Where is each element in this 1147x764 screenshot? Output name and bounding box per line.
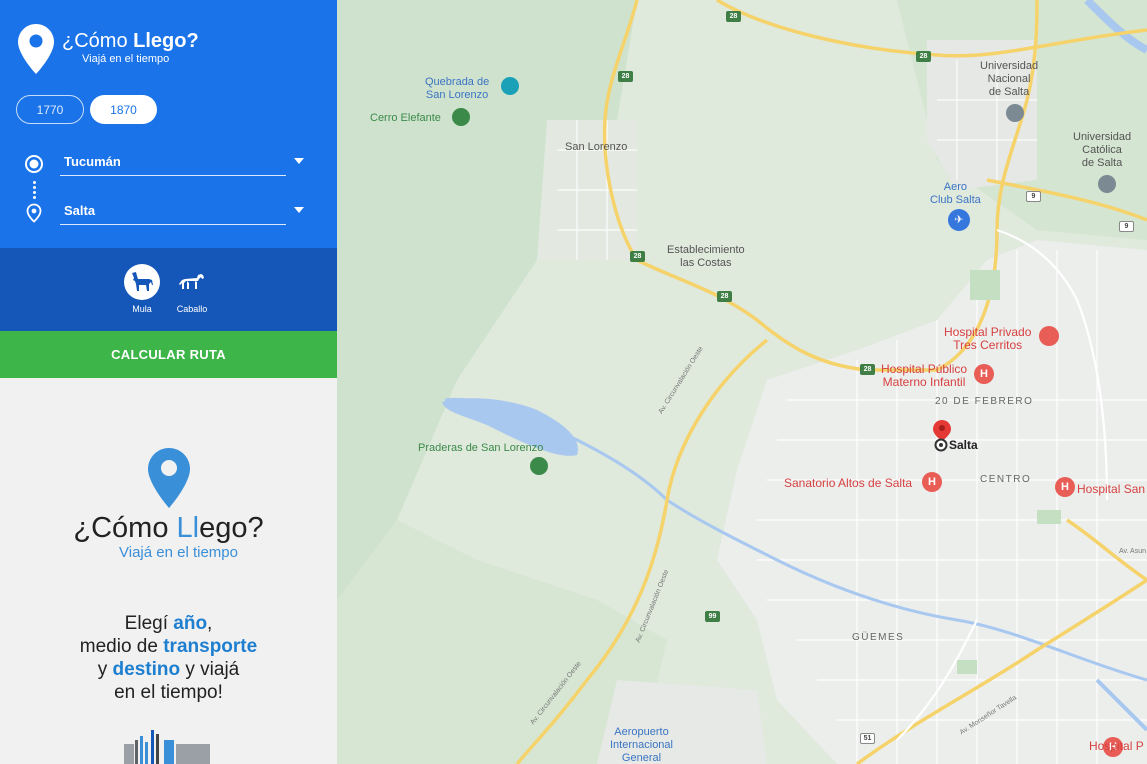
route-shield-99: 99	[705, 611, 720, 622]
route-shield-28: 28	[726, 11, 741, 22]
map-label-sanatorio[interactable]: Sanatorio Altos de Salta	[784, 477, 912, 490]
calculate-route-button[interactable]: CALCULAR RUTA	[0, 331, 337, 378]
app-brand: ¿Cómo Llego? Viajá en el tiempo	[18, 24, 199, 74]
origin-target-icon	[25, 155, 43, 173]
map-canvas[interactable]	[337, 0, 1147, 764]
location-pin-icon	[18, 24, 54, 74]
map-label-guemes[interactable]: GÜEMES	[852, 631, 904, 644]
destination-pin-icon	[26, 203, 42, 223]
destination-row: Salta	[24, 199, 314, 227]
route-shield-28: 28	[916, 51, 931, 62]
chevron-down-icon[interactable]	[294, 158, 304, 164]
route-shield-28: 28	[618, 71, 633, 82]
origin-row: Tucumán	[24, 150, 314, 178]
map-label-universidad-nacional[interactable]: Universidad Nacional de Salta	[980, 60, 1038, 99]
transport-panel: Mula Caballo	[0, 248, 337, 331]
route-connector-dots	[33, 181, 36, 199]
horse-icon	[174, 264, 210, 300]
origin-select[interactable]: Tucumán	[60, 150, 286, 176]
route-shield-28: 28	[717, 291, 732, 302]
map-label-hospital-privado[interactable]: Hospital Privado Tres Cerritos	[944, 326, 1031, 352]
map-label-praderas[interactable]: Praderas de San Lorenzo	[418, 442, 543, 455]
map-label-centro[interactable]: CENTRO	[980, 473, 1031, 486]
route-shield-28: 28	[630, 251, 645, 262]
map-label-av-asun: Av. Asun	[1119, 548, 1146, 555]
map-label-salta[interactable]: Salta	[949, 439, 978, 452]
year-1870-button[interactable]: 1870	[90, 95, 157, 124]
map-label-hospital-p[interactable]: Hospital P	[1089, 740, 1144, 753]
map-label-quebrada[interactable]: Quebrada de San Lorenzo	[425, 76, 489, 102]
map-label-hospital-publico[interactable]: Hospital Público Materno Infantil	[881, 363, 967, 389]
hospital-icon: H	[1061, 481, 1069, 493]
route-shield-51: 51	[860, 733, 875, 744]
map-label-aero-club[interactable]: Aero Club Salta	[930, 181, 981, 207]
transport-caballo-label: Caballo	[176, 304, 208, 314]
controls-panel: ¿Cómo Llego? Viajá en el tiempo 1770 187…	[0, 0, 337, 248]
app-subtitle: Viajá en el tiempo	[82, 53, 170, 65]
map-label-universidad-catolica[interactable]: Universidad Católica de Salta	[1073, 131, 1131, 170]
year-1770-button[interactable]: 1770	[16, 95, 84, 124]
location-pin-icon	[147, 448, 190, 508]
map-label-san-lorenzo[interactable]: San Lorenzo	[565, 141, 627, 154]
logo-title: ¿Cómo Llego?	[73, 512, 264, 544]
map-label-cerro[interactable]: Cerro Elefante	[370, 112, 441, 125]
destination-select[interactable]: Salta	[60, 199, 286, 225]
transport-caballo-button[interactable]: Caballo	[162, 264, 222, 314]
map-label-aeropuerto[interactable]: Aeropuerto Internacional General	[610, 726, 673, 764]
app-logo: ¿Cómo Llego? Viajá en el tiempo	[0, 448, 337, 561]
sidebar: ¿Cómo Llego? Viajá en el tiempo 1770 187…	[0, 0, 337, 764]
map-view[interactable]: H H H H H ✈ Quebrada de San Lorenzo Cerr…	[337, 0, 1147, 764]
route-shield-9: 9	[1119, 221, 1134, 232]
hospital-icon: H	[980, 368, 988, 380]
airplane-icon: ✈	[954, 213, 964, 226]
chevron-down-icon[interactable]	[294, 207, 304, 213]
promo-text: Elegí año, medio de transporte y destino…	[79, 613, 258, 703]
mule-icon	[124, 264, 160, 300]
map-label-establecimiento[interactable]: Establecimiento las Costas	[667, 244, 745, 270]
app-title: ¿Cómo Llego?	[62, 30, 199, 52]
route-shield-9: 9	[1026, 191, 1041, 202]
route-shield-28: 28	[860, 364, 875, 375]
map-label-20-de-febrero[interactable]: 20 DE FEBRERO	[935, 395, 1033, 408]
bar-graphic-decoration	[124, 730, 210, 764]
map-label-hospital-san[interactable]: Hospital San	[1077, 483, 1145, 496]
logo-subtitle: Viajá en el tiempo	[119, 544, 238, 561]
hospital-icon: H	[928, 476, 936, 488]
